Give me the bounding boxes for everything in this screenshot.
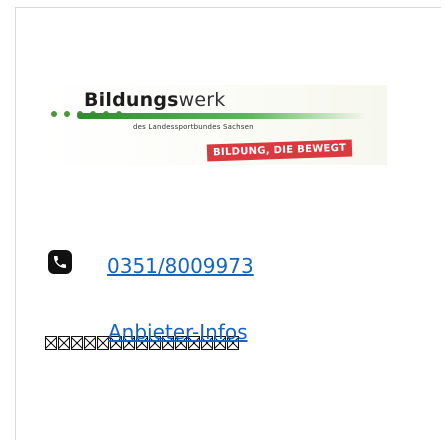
missing-glyph xyxy=(71,336,83,350)
logo-swoosh xyxy=(77,113,367,119)
bildungswerk-logo[interactable]: Bildungswerk des Landessportbundes Sachs… xyxy=(47,85,387,165)
missing-glyph xyxy=(45,336,57,350)
phone-number-link[interactable]: 0351/8009973 xyxy=(107,254,254,278)
logo-dot xyxy=(51,111,57,117)
missing-glyph xyxy=(58,336,70,350)
missing-glyph xyxy=(84,336,96,350)
phone-icon xyxy=(48,250,72,274)
logo-title-bold: Bildungs xyxy=(84,89,179,111)
phone-glyph xyxy=(54,256,66,268)
logo-subtitle: des Landessportbundes Sachsen xyxy=(133,123,254,131)
logo-dot xyxy=(64,111,70,117)
logo-title: Bildungswerk xyxy=(84,89,226,111)
logo-title-light: werk xyxy=(178,89,226,111)
anbieter-infos-link[interactable]: Anbieter-Infos xyxy=(108,320,248,344)
content-card xyxy=(15,7,441,440)
